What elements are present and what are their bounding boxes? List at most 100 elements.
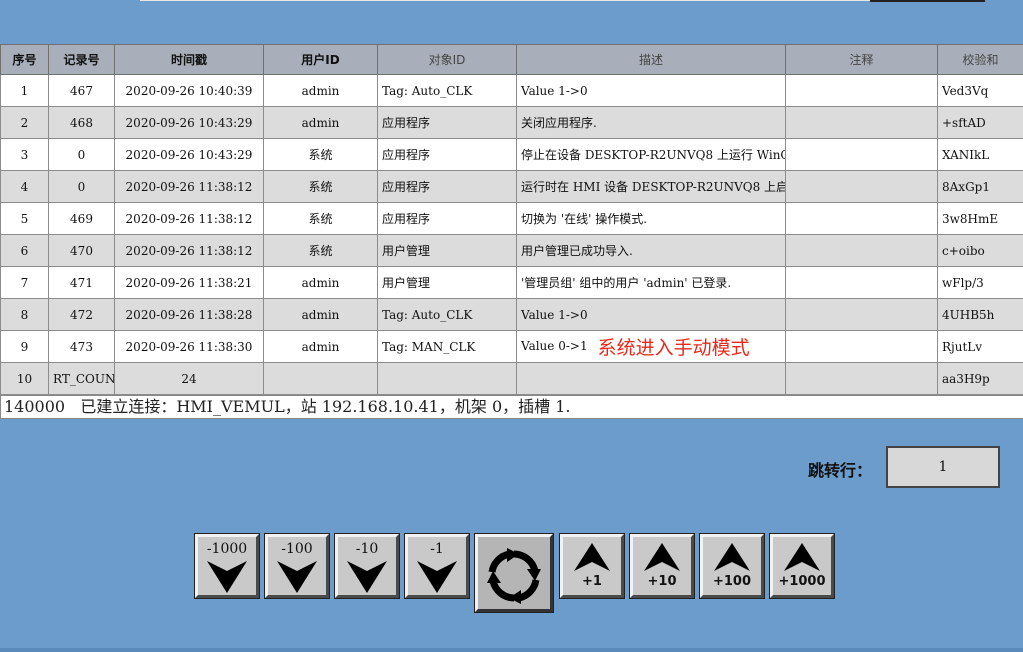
cell-record: 468 — [48, 106, 115, 139]
table-row[interactable]: 9 473 2020-09-26 11:38:30 admin Tag: MAN_CLK… — [0, 330, 1023, 363]
cell-comment — [785, 74, 938, 107]
col-header-description[interactable]: 描述 — [516, 44, 786, 75]
cell-object-id-text: 应用程序 — [382, 180, 431, 194]
cell-object-id — [377, 362, 517, 395]
cell-seq-text: 2 — [20, 115, 29, 130]
cell-timestamp-text: 2020-09-26 11:38:12 — [125, 243, 253, 258]
cell-record: 473 — [48, 330, 115, 363]
col-header-record[interactable]: 记录号 — [48, 44, 115, 75]
cell-seq: 10 — [0, 362, 49, 395]
cell-seq: 3 — [0, 138, 49, 171]
col-header-comment[interactable]: 注释 — [785, 44, 938, 75]
table-row[interactable]: 3 0 2020-09-26 10:43:29 系统 应用程序 停止在设备 DESKTOP… — [0, 138, 1023, 171]
cell-checksum: RjutLv — [937, 330, 1023, 363]
cell-record-text: 469 — [70, 211, 93, 226]
cell-record: RT_COUNT — [48, 362, 115, 395]
minus-1-button[interactable]: -1 — [404, 533, 470, 599]
cell-seq: 2 — [0, 106, 49, 139]
cell-comment — [785, 234, 938, 267]
cell-seq-text: 10 — [16, 371, 33, 386]
col-header-seq[interactable]: 序号 — [0, 44, 49, 75]
refresh-button[interactable] — [474, 533, 554, 613]
cell-object-id-text: 应用程序 — [382, 212, 431, 226]
cell-description-text: 运行时在 HMI 设备 DESKTOP-R2UNVQ8 上启动 — [521, 180, 786, 194]
arrow-down-icon — [207, 561, 247, 593]
audit-trail-table: 序号 记录号 时间戳 用户ID 对象ID 描述 注释 校验和 1 467 2020-… — [0, 44, 1023, 395]
cell-comment — [785, 330, 938, 363]
cell-record: 0 — [48, 170, 115, 203]
cell-seq: 4 — [0, 170, 49, 203]
cell-timestamp: 2020-09-26 10:40:39 — [114, 74, 264, 107]
cell-record-text: 0 — [77, 179, 86, 194]
cell-user-id: admin — [263, 266, 378, 299]
cell-object-id: Tag: Auto_CLK — [377, 74, 517, 107]
cell-user-id-text: admin — [301, 339, 340, 354]
cell-comment — [785, 170, 938, 203]
col-header-object-id[interactable]: 对象ID — [377, 44, 517, 75]
minus-10-button[interactable]: -10 — [334, 533, 400, 599]
cell-checksum: 4UHB5h — [937, 298, 1023, 331]
cell-description-text: 切换为 '在线' 操作模式. — [521, 212, 648, 226]
bottom-bar — [0, 648, 1023, 652]
cell-user-id-text: 系统 — [308, 148, 333, 162]
table-row[interactable]: 10 RT_COUNT 24 aa3H9p — [0, 362, 1023, 395]
jump-row-label: 跳转行： — [808, 461, 873, 480]
cell-seq: 5 — [0, 202, 49, 235]
plus-1-button[interactable]: +1 — [559, 533, 625, 599]
table-row[interactable]: 8 472 2020-09-26 11:38:28 admin Tag: Auto_CL… — [0, 298, 1023, 331]
cell-comment — [785, 106, 938, 139]
plus-10-button[interactable]: +10 — [629, 533, 695, 599]
jump-row-input[interactable]: 1 — [886, 446, 1000, 488]
plus-1000-button[interactable]: +1000 — [769, 533, 835, 599]
cell-user-id — [263, 362, 378, 395]
table-row[interactable]: 4 0 2020-09-26 11:38:12 系统 应用程序 运行时在 HMI 设备 D… — [0, 170, 1023, 203]
cell-checksum: aa3H9p — [937, 362, 1023, 395]
cell-description: Value 1->0 — [516, 74, 786, 107]
minus-100-label: -100 — [281, 541, 313, 557]
arrow-up-icon — [574, 543, 610, 571]
cell-user-id: admin — [263, 106, 378, 139]
plus-100-label: +100 — [712, 574, 752, 589]
cell-description: 切换为 '在线' 操作模式. — [516, 202, 786, 235]
table-row[interactable]: 6 470 2020-09-26 11:38:12 系统 用户管理 用户管理已成功导入. c… — [0, 234, 1023, 267]
table-row[interactable]: 7 471 2020-09-26 11:38:21 admin 用户管理 '管理员组' 组… — [0, 266, 1023, 299]
table-row[interactable]: 2 468 2020-09-26 10:43:29 admin 应用程序 关闭应用程序. +… — [0, 106, 1023, 139]
plus-1000-label: +1000 — [778, 574, 826, 589]
status-line: 140000 已建立连接：HMI_VEMUL，站 192.168.10.41，机… — [0, 395, 1023, 419]
cell-description-text: 用户管理已成功导入. — [521, 244, 633, 258]
cell-seq: 7 — [0, 266, 49, 299]
cell-object-id-text: Tag: Auto_CLK — [382, 83, 473, 98]
cell-checksum: +sftAD — [937, 106, 1023, 139]
cell-description-text: Value 1->0 — [521, 307, 588, 322]
cell-timestamp: 2020-09-26 11:38:28 — [114, 298, 264, 331]
table-row[interactable]: 5 469 2020-09-26 11:38:12 系统 应用程序 切换为 '在线' 操作… — [0, 202, 1023, 235]
cell-user-id: admin — [263, 298, 378, 331]
cell-checksum-text: 3w8HmE — [942, 211, 999, 226]
cell-record-text: 0 — [77, 147, 86, 162]
cell-record: 470 — [48, 234, 115, 267]
cell-timestamp: 2020-09-26 11:38:21 — [114, 266, 264, 299]
cell-user-id-text: 系统 — [308, 212, 333, 226]
cell-timestamp-text: 2020-09-26 11:38:12 — [125, 179, 253, 194]
minus-1000-button[interactable]: -1000 — [194, 533, 260, 599]
cell-record-text: 472 — [70, 307, 93, 322]
arrow-up-icon — [714, 543, 750, 571]
minus-100-button[interactable]: -100 — [264, 533, 330, 599]
cell-record: 472 — [48, 298, 115, 331]
table-row[interactable]: 1 467 2020-09-26 10:40:39 admin Tag: Auto_CL… — [0, 74, 1023, 107]
cell-user-id-text: admin — [301, 115, 340, 130]
plus-100-button[interactable]: +100 — [699, 533, 765, 599]
cell-seq: 8 — [0, 298, 49, 331]
cell-description: 运行时在 HMI 设备 DESKTOP-R2UNVQ8 上启动 — [516, 170, 786, 203]
col-header-timestamp[interactable]: 时间戳 — [114, 44, 264, 75]
col-header-user-id[interactable]: 用户ID — [263, 44, 378, 75]
cell-checksum-text: XANIkL — [942, 147, 990, 162]
cell-description: '管理员组' 组中的用户 'admin' 已登录. — [516, 266, 786, 299]
cell-description: Value 0->1 系统进入手动模式 — [516, 330, 786, 363]
cell-seq-text: 3 — [20, 147, 29, 162]
cell-record: 471 — [48, 266, 115, 299]
cell-timestamp: 24 — [114, 362, 264, 395]
cell-description-text: '管理员组' 组中的用户 'admin' 已登录. — [521, 276, 732, 290]
cell-object-id: 应用程序 — [377, 106, 517, 139]
col-header-checksum[interactable]: 校验和 — [937, 44, 1023, 75]
